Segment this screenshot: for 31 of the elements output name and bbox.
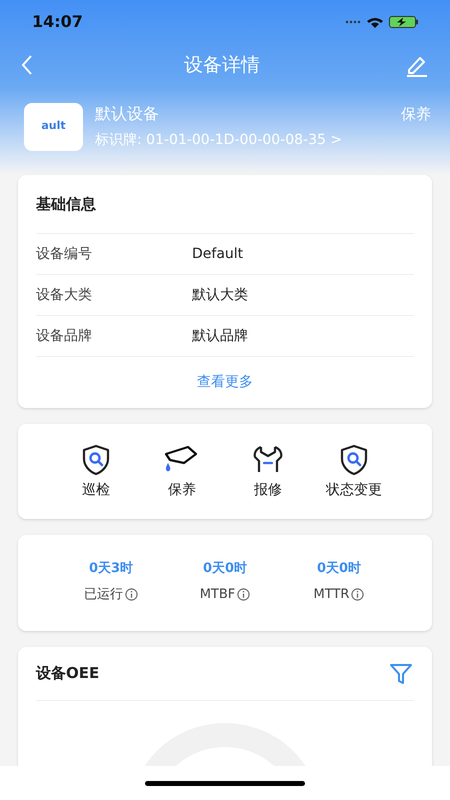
page-title: 设备详情: [184, 52, 260, 78]
section-title: 设备OEE: [36, 663, 100, 684]
action-button[interactable]: 巡检: [58, 442, 134, 501]
metric-value: 0天0时: [202, 560, 248, 578]
wifi-icon: [367, 16, 383, 28]
action-button[interactable]: 保养: [144, 442, 220, 501]
device-name: 默认设备: [95, 103, 159, 125]
info-label: 设备品牌: [36, 326, 93, 346]
info-value: Default: [192, 244, 244, 264]
metric-value: 0天3时: [88, 560, 134, 578]
metric-value: 0天0时: [316, 560, 362, 578]
action-button[interactable]: 报修: [230, 442, 306, 501]
section-title: 基础信息: [36, 194, 96, 215]
metric-label: 已运行: [84, 586, 123, 604]
metric-label: MTBF: [200, 586, 236, 604]
action-button[interactable]: 状态变更: [316, 442, 392, 501]
info-icon[interactable]: [351, 588, 364, 601]
device-status: 保养: [401, 104, 431, 125]
info-icon[interactable]: [125, 588, 138, 601]
info-label: 设备大类: [36, 286, 93, 304]
metric-label: MTTR: [314, 586, 350, 604]
battery-icon: [389, 16, 418, 28]
device-logo: ault: [24, 102, 83, 150]
status-time: 14:07: [32, 11, 83, 33]
info-icon[interactable]: [237, 588, 250, 601]
info-value: 默认大类: [192, 286, 248, 304]
shield-search-icon: [80, 444, 112, 476]
info-value: 默认品牌: [192, 326, 248, 346]
signal-icon: [345, 20, 361, 24]
info-label: 设备编号: [36, 244, 93, 264]
shield-search-icon: [338, 444, 370, 476]
